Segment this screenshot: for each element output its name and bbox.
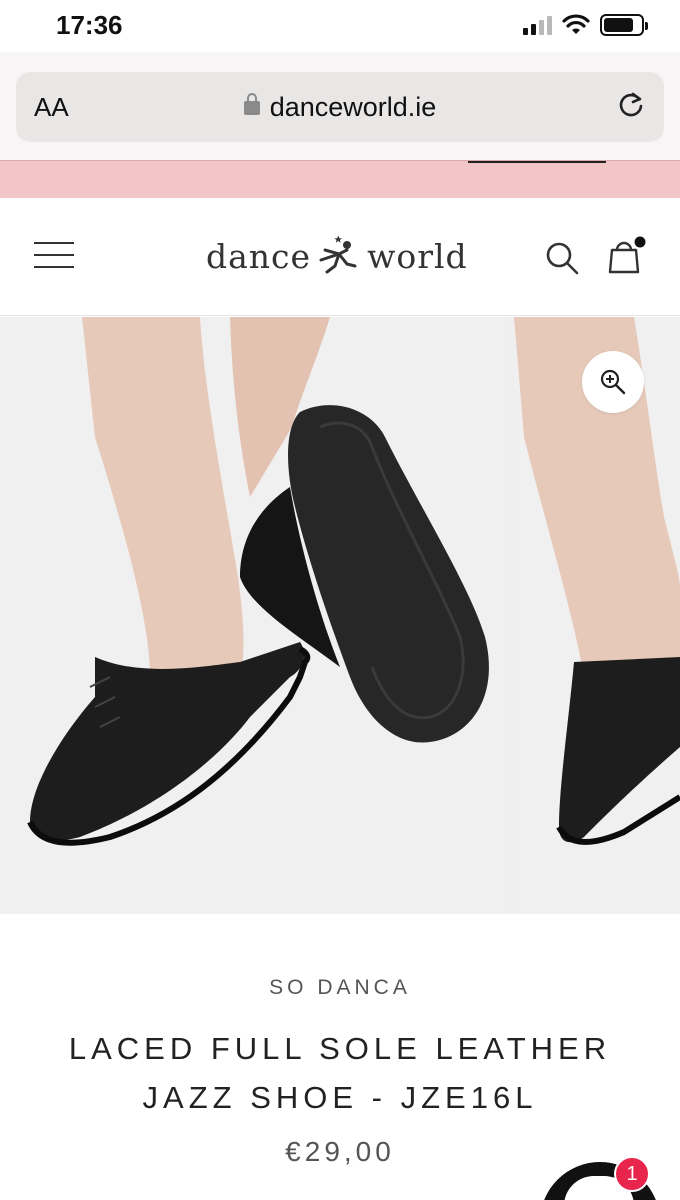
status-icons <box>523 14 648 36</box>
zoom-in-icon <box>600 369 626 395</box>
announcement-underline <box>468 161 606 163</box>
announcement-bar <box>0 160 680 198</box>
zoom-button[interactable] <box>582 351 644 413</box>
url-text: danceworld.ie <box>269 92 437 122</box>
signal-icon <box>523 15 552 35</box>
address-bar[interactable]: AA danceworld.ie <box>16 72 664 142</box>
product-price: €29,00 <box>285 1136 395 1167</box>
dancer-star-logo-icon <box>319 236 357 274</box>
battery-icon <box>600 14 648 36</box>
logo-text-world: world <box>367 236 468 276</box>
product-title: LACED FULL SOLE LEATHER JAZZ SHOE - JZE1… <box>68 1031 612 1115</box>
site-header: dance world <box>0 198 680 316</box>
battery-fill <box>604 18 633 32</box>
site-logo[interactable]: dance world <box>206 236 468 276</box>
logo-text-dance: dance <box>206 236 312 276</box>
jazz-shoe-image <box>0 317 510 914</box>
menu-icon[interactable] <box>34 242 74 270</box>
cart-icon[interactable] <box>606 236 646 276</box>
reload-icon[interactable] <box>616 90 646 120</box>
status-time: 17:36 <box>56 10 123 40</box>
browser-chrome: AA danceworld.ie <box>0 52 680 160</box>
product-brand[interactable]: SO DANCA <box>0 976 680 1000</box>
status-bar: 17:36 <box>0 0 680 52</box>
lock-icon <box>243 93 260 115</box>
product-info: SO DANCA LACED FULL SOLE LEATHER JAZZ SH… <box>0 914 680 1200</box>
wifi-icon <box>562 14 590 34</box>
chat-notification-badge: 1 <box>614 1156 650 1192</box>
product-gallery[interactable] <box>0 317 680 914</box>
product-image-main[interactable] <box>0 317 510 914</box>
search-icon[interactable] <box>544 240 580 276</box>
url-field[interactable]: danceworld.ie <box>16 92 664 123</box>
cart-indicator-dot <box>634 236 646 248</box>
